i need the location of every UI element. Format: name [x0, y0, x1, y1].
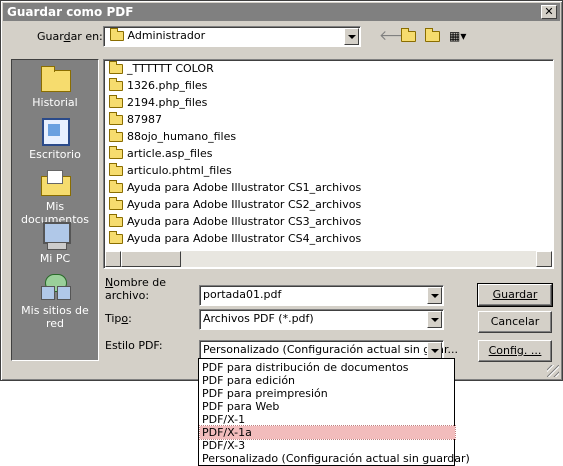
list-item[interactable]: 88ojo_humano_files	[109, 129, 236, 146]
folder-icon	[109, 214, 123, 227]
folder-icon	[109, 95, 123, 108]
list-item[interactable]: Ayuda para Adobe Illustrator CS2_archivo…	[109, 197, 361, 214]
chevron-down-icon[interactable]	[427, 342, 442, 359]
folder-icon	[109, 231, 123, 244]
save-in-combo[interactable]: Administrador	[103, 26, 361, 47]
folder-icon	[109, 129, 123, 142]
chevron-down-icon[interactable]	[427, 311, 442, 328]
up-folder-icon[interactable]	[401, 27, 416, 44]
dropdown-option[interactable]: PDF para preimpresión	[200, 387, 455, 400]
save-as-pdf-dialog: Guardar como PDF ✕ Guardar en: Administr…	[0, 0, 563, 381]
place-my-documents[interactable]: Mis documentos	[12, 168, 98, 226]
my-computer-icon	[39, 220, 71, 250]
history-icon	[39, 64, 71, 94]
dropdown-option[interactable]: PDF para edición	[200, 374, 455, 387]
config-button[interactable]: Config. ...	[478, 340, 552, 362]
list-item[interactable]: article.asp_files	[109, 146, 212, 163]
save-in-value: Administrador	[127, 29, 206, 42]
filename-label: Nombre de archivo:	[105, 276, 166, 302]
chevron-down-icon[interactable]	[427, 287, 442, 304]
view-menu-icon[interactable]: ▦▾	[449, 28, 466, 44]
folder-icon	[109, 61, 123, 74]
list-item[interactable]: articulo.phtml_files	[109, 163, 232, 180]
scroll-left-icon[interactable]	[105, 251, 121, 267]
folder-icon	[109, 197, 123, 210]
place-network[interactable]: Mis sitios de red	[12, 272, 98, 330]
folder-icon	[110, 28, 124, 41]
chevron-down-icon[interactable]	[344, 28, 359, 45]
resize-grip-icon[interactable]	[547, 365, 559, 377]
filename-field[interactable]: portada01.pdf	[199, 285, 444, 306]
save-in-label: Guardar en:	[37, 30, 103, 43]
save-button[interactable]: Guardar	[477, 283, 553, 307]
pdfstyle-label: Estilo PDF:	[105, 339, 163, 352]
list-item[interactable]: Ayuda para Adobe Illustrator CS1_archivo…	[109, 180, 361, 197]
folder-icon	[109, 163, 123, 176]
title-bar: Guardar como PDF ✕	[3, 3, 560, 21]
desktop-icon	[39, 116, 71, 146]
list-item[interactable]: 2194.php_files	[109, 95, 207, 112]
new-folder-icon[interactable]	[425, 27, 440, 44]
place-my-computer[interactable]: Mi PC	[12, 220, 98, 265]
cancel-button[interactable]: Cancelar	[478, 311, 552, 333]
scroll-right-icon[interactable]	[536, 251, 552, 267]
file-list[interactable]: _TTTTTT COLOR 1326.php_files 2194.php_fi…	[103, 59, 554, 269]
dropdown-option[interactable]: PDF/X-1	[200, 413, 455, 426]
window-title: Guardar como PDF	[7, 5, 134, 19]
place-desktop[interactable]: Escritorio	[12, 116, 98, 161]
dropdown-option[interactable]: PDF para distribución de documentos	[200, 361, 455, 374]
list-item[interactable]: 1326.php_files	[109, 78, 207, 95]
pdfstyle-dropdown[interactable]: PDF para distribución de documentos PDF …	[198, 358, 470, 466]
folder-icon	[109, 180, 123, 193]
dropdown-option[interactable]: PDF para Web	[200, 400, 455, 413]
dropdown-option[interactable]: PDF/X-3	[200, 439, 455, 452]
list-item[interactable]: Ayuda para Adobe Illustrator CS4_archivo…	[109, 231, 361, 248]
dropdown-option[interactable]: Personalizado (Configuración actual sin …	[200, 452, 470, 465]
filetype-select[interactable]: Archivos PDF (*.pdf)	[199, 309, 444, 330]
place-history[interactable]: Historial	[12, 64, 98, 109]
horizontal-scrollbar[interactable]	[105, 251, 552, 267]
filetype-label: Tipo:	[105, 312, 132, 325]
folder-icon	[109, 146, 123, 159]
close-icon[interactable]: ✕	[541, 5, 557, 19]
dropdown-option-selected[interactable]: PDF/X-1a	[199, 425, 456, 440]
list-item[interactable]: _TTTTTT COLOR	[109, 61, 214, 78]
places-bar: Historial Escritorio Mis documentos Mi P…	[11, 59, 99, 361]
my-documents-icon	[39, 168, 71, 198]
list-item[interactable]: Ayuda para Adobe Illustrator CS3_archivo…	[109, 214, 361, 231]
folder-icon	[109, 78, 123, 91]
list-item[interactable]: 87987	[109, 112, 162, 129]
network-places-icon	[39, 272, 71, 302]
scroll-thumb[interactable]	[121, 251, 181, 267]
folder-icon	[109, 112, 123, 125]
